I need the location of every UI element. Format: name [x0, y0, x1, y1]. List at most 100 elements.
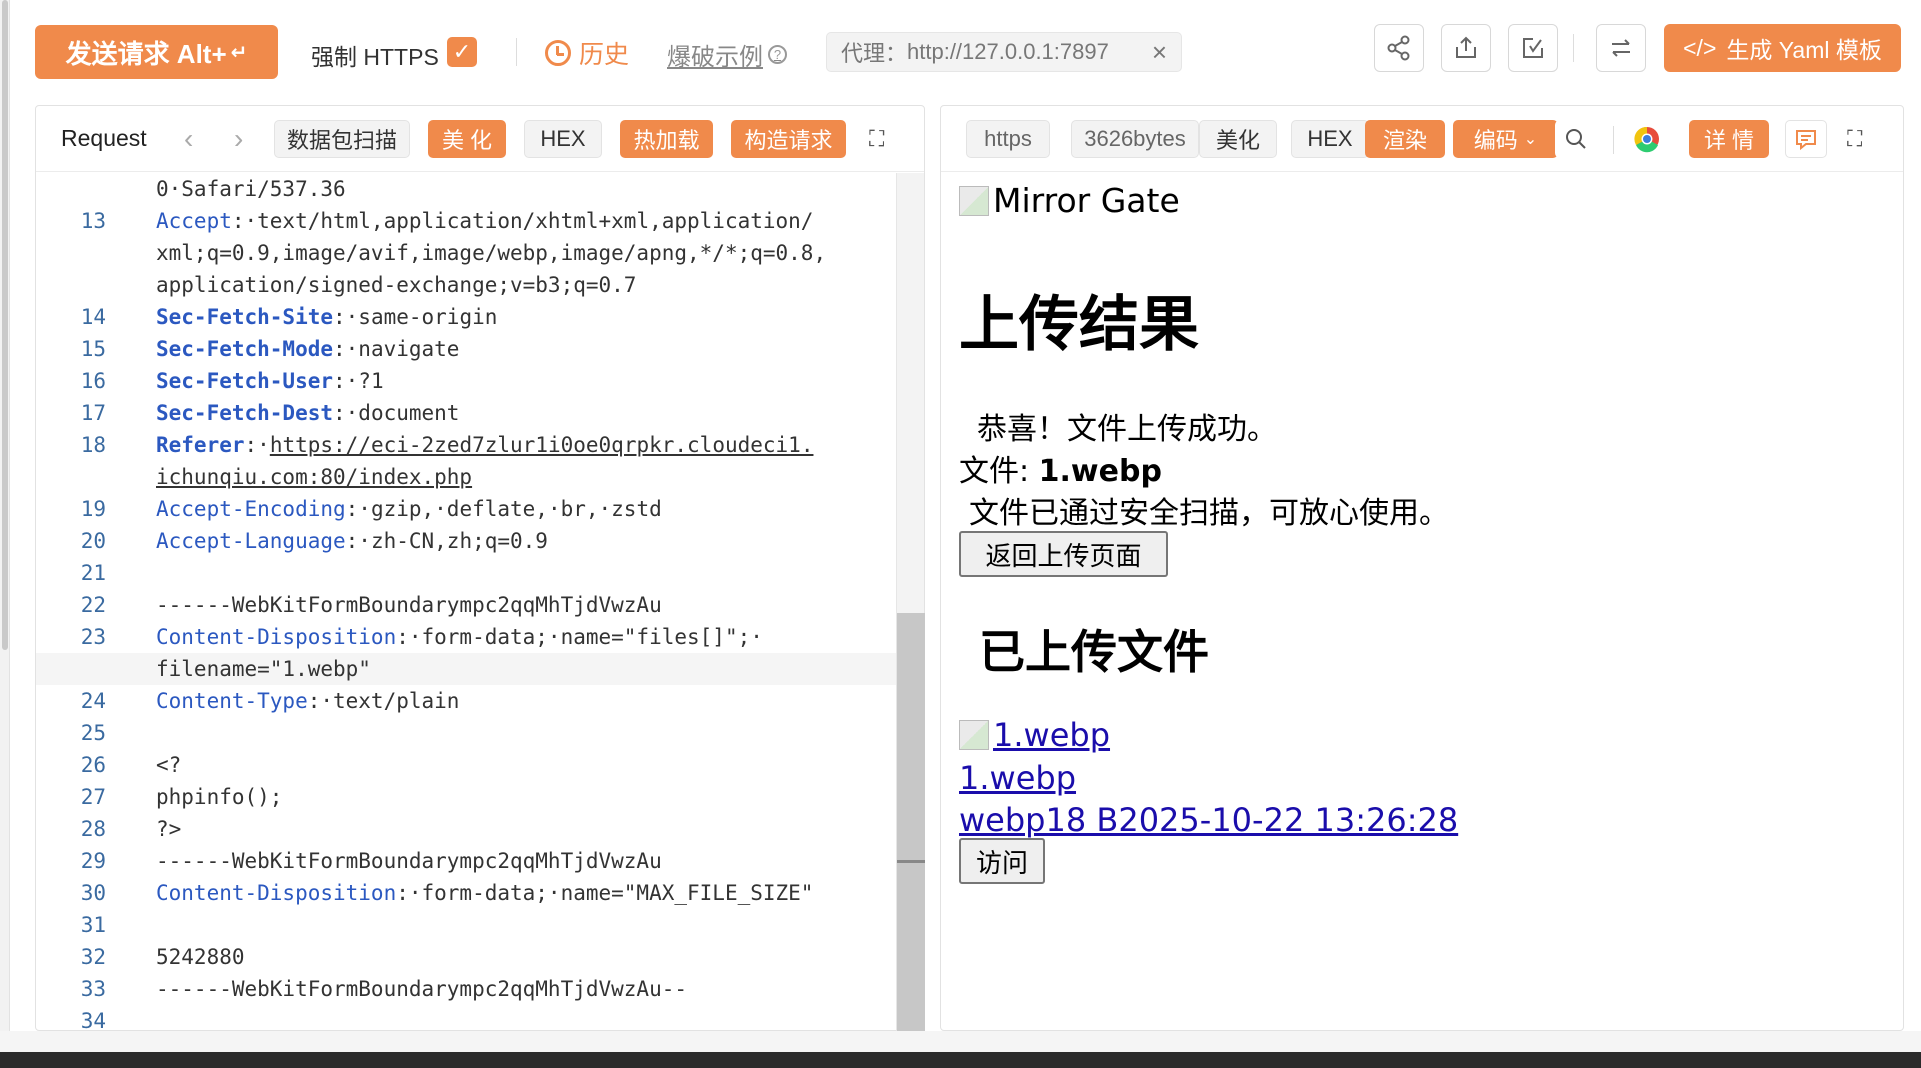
search-icon[interactable] [1555, 120, 1597, 158]
code-line[interactable]: 32 5242880 [36, 941, 896, 973]
divider [1573, 34, 1574, 62]
code-line[interactable]: 18 Referer:·https://eci-2zed7zlur1i0oe0qr… [36, 429, 896, 461]
line-text: ichunqiu.com:80/index.php [156, 461, 472, 493]
proxy-field[interactable]: 代理： http://127.0.0.1:7897 × [826, 32, 1182, 72]
request-editor[interactable]: 0·Safari/537.36 13 Accept:·text/html,appli… [36, 173, 896, 1031]
divider [1613, 126, 1614, 154]
line-number: 21 [80, 561, 106, 585]
code-line[interactable]: ichunqiu.com:80/index.php [36, 461, 896, 493]
header-value: :·navigate [333, 337, 460, 361]
line-number: 13 [80, 209, 106, 233]
hex-button[interactable]: HEX [524, 120, 602, 158]
code-line[interactable]: 26 <? [36, 749, 896, 781]
header-value: 0·Safari/537.36 [156, 177, 346, 201]
code-line[interactable]: 13 Accept:·text/html,application/xhtml+xm… [36, 205, 896, 237]
hotload-button[interactable]: 热加载 [620, 120, 713, 158]
line-number: 25 [80, 721, 106, 745]
file-name-link[interactable]: 1.webp [959, 759, 1076, 797]
visit-button[interactable]: 访问 [959, 838, 1045, 884]
left-scrollbar-thumb[interactable] [2, 0, 8, 650]
bomb-example-link[interactable]: 爆破示例 ? [667, 37, 787, 72]
code-line[interactable]: 20 Accept-Language:·zh-CN,zh;q=0.9 [36, 525, 896, 557]
line-text: application/signed-exchange;v=b3;q=0.7 [156, 269, 636, 301]
code-line[interactable]: 17 Sec-Fetch-Dest:·document [36, 397, 896, 429]
history-label: 历史 [579, 41, 630, 69]
packet-scan-button[interactable]: 数据包扫描 [274, 120, 410, 158]
beautify-button[interactable]: 美 化 [428, 120, 506, 158]
code-line[interactable]: 23 Content-Disposition:·form-data;·name="… [36, 621, 896, 653]
code-line[interactable]: 19 Accept-Encoding:·gzip,·deflate,·br,·zs… [36, 493, 896, 525]
line-number: 14 [80, 305, 106, 329]
export-icon[interactable] [1441, 24, 1491, 72]
code-line[interactable]: xml;q=0.9,image/avif,image/webp,image/ap… [36, 237, 896, 269]
fullscreen-icon[interactable]: ⛶ [869, 126, 884, 152]
comment-icon[interactable] [1785, 120, 1827, 158]
line-text: Sec-Fetch-User:·?1 [156, 365, 384, 397]
code-line[interactable]: 15 Sec-Fetch-Mode:·navigate [36, 333, 896, 365]
file-meta-link[interactable]: webp18 B2025-10-22 13:26:28 [959, 801, 1458, 839]
line-number: 19 [80, 497, 106, 521]
render-button[interactable]: 渲染 [1365, 120, 1445, 158]
history-button[interactable]: 历史 [545, 35, 629, 71]
encoding-dropdown[interactable]: 编码 ⌄ [1453, 120, 1558, 158]
header-value: ------WebKitFormBoundarympc2qqMhTjdVwzAu [156, 593, 662, 617]
force-https-checkbox[interactable]: ✓ [447, 37, 477, 67]
response-fullscreen-icon[interactable]: ⛶ [1847, 126, 1862, 152]
swap-icon[interactable] [1596, 24, 1646, 72]
code-line[interactable]: 25 [36, 717, 896, 749]
line-text: 5242880 [156, 941, 245, 973]
code-line[interactable]: 33 ------WebKitFormBoundarympc2qqMhTjdVwz… [36, 973, 896, 1005]
line-number: 27 [80, 785, 106, 809]
generate-yaml-button[interactable]: </> 生成 Yaml 模板 [1664, 24, 1901, 72]
import-icon[interactable] [1508, 24, 1558, 72]
code-line[interactable]: 0·Safari/537.36 [36, 173, 896, 205]
code-line[interactable]: 22 ------WebKitFormBoundarympc2qqMhTjdVwz… [36, 589, 896, 621]
proxy-value: http://127.0.0.1:7897 [907, 39, 1109, 64]
editor-scrollbar-thumb[interactable] [897, 613, 925, 1031]
referer-url: https://eci-2zed7zlur1i0oe0qrpkr.cloudec… [269, 433, 814, 457]
editor-scrollbar[interactable] [896, 173, 925, 1031]
share-icon[interactable] [1374, 24, 1424, 72]
line-number: 29 [80, 849, 106, 873]
line-text: phpinfo(); [156, 781, 282, 813]
line-text: Referer:·https://eci-2zed7zlur1i0oe0qrpk… [156, 429, 813, 461]
line-text: Sec-Fetch-Site:·same-origin [156, 301, 497, 333]
code-line[interactable]: 14 Sec-Fetch-Site:·same-origin [36, 301, 896, 333]
detail-button[interactable]: 详 情 [1689, 120, 1769, 158]
header-value: :·zh-CN,zh;q=0.9 [345, 529, 548, 553]
header-value: :· [244, 433, 270, 457]
code-line[interactable]: 16 Sec-Fetch-User:·?1 [36, 365, 896, 397]
code-line[interactable]: filename="1.webp" [36, 653, 896, 685]
response-hex-button[interactable]: HEX [1291, 120, 1369, 158]
help-icon[interactable]: ? [768, 45, 787, 64]
code-line[interactable]: 21 [36, 557, 896, 589]
code-line[interactable]: 30 Content-Disposition:·form-data;·name="… [36, 877, 896, 909]
send-request-button[interactable]: 发送请求 Alt+ ↵ [35, 25, 278, 79]
code-line[interactable]: 31 [36, 909, 896, 941]
line-text: ?> [156, 813, 181, 845]
code-line[interactable]: 28 ?> [36, 813, 896, 845]
broken-image-icon [959, 185, 989, 216]
line-text: ------WebKitFormBoundarympc2qqMhTjdVwzAu [156, 845, 662, 877]
chevron-right-icon[interactable]: › [234, 123, 243, 155]
build-request-button[interactable]: 构造请求 [731, 120, 846, 158]
thumbnail-link[interactable]: 1.webp [959, 716, 1110, 754]
line-text: Accept-Language:·zh-CN,zh;q=0.9 [156, 525, 548, 557]
logo-alt-text: Mirror Gate [993, 181, 1180, 220]
code-line[interactable]: 29 ------WebKitFormBoundarympc2qqMhTjdVwz… [36, 845, 896, 877]
header-value: 5242880 [156, 945, 245, 969]
code-line[interactable]: application/signed-exchange;v=b3;q=0.7 [36, 269, 896, 301]
clear-proxy-icon[interactable]: × [1152, 37, 1167, 68]
chrome-icon[interactable] [1627, 120, 1667, 158]
chevron-left-icon[interactable]: ‹ [184, 123, 193, 155]
code-line[interactable]: 24 Content-Type:·text/plain [36, 685, 896, 717]
tab-request[interactable]: Request [61, 125, 147, 152]
code-line[interactable]: 34 [36, 1005, 896, 1031]
left-scrollbar[interactable] [0, 0, 10, 1050]
header-key: Sec-Fetch-Mode [156, 337, 334, 361]
code-line[interactable]: 27 phpinfo(); [36, 781, 896, 813]
enter-icon: ↵ [230, 41, 248, 64]
back-to-upload-button[interactable]: 返回上传页面 [959, 531, 1168, 577]
response-beautify-button[interactable]: 美化 [1199, 120, 1277, 158]
file-name: 1.webp [1038, 454, 1162, 489]
